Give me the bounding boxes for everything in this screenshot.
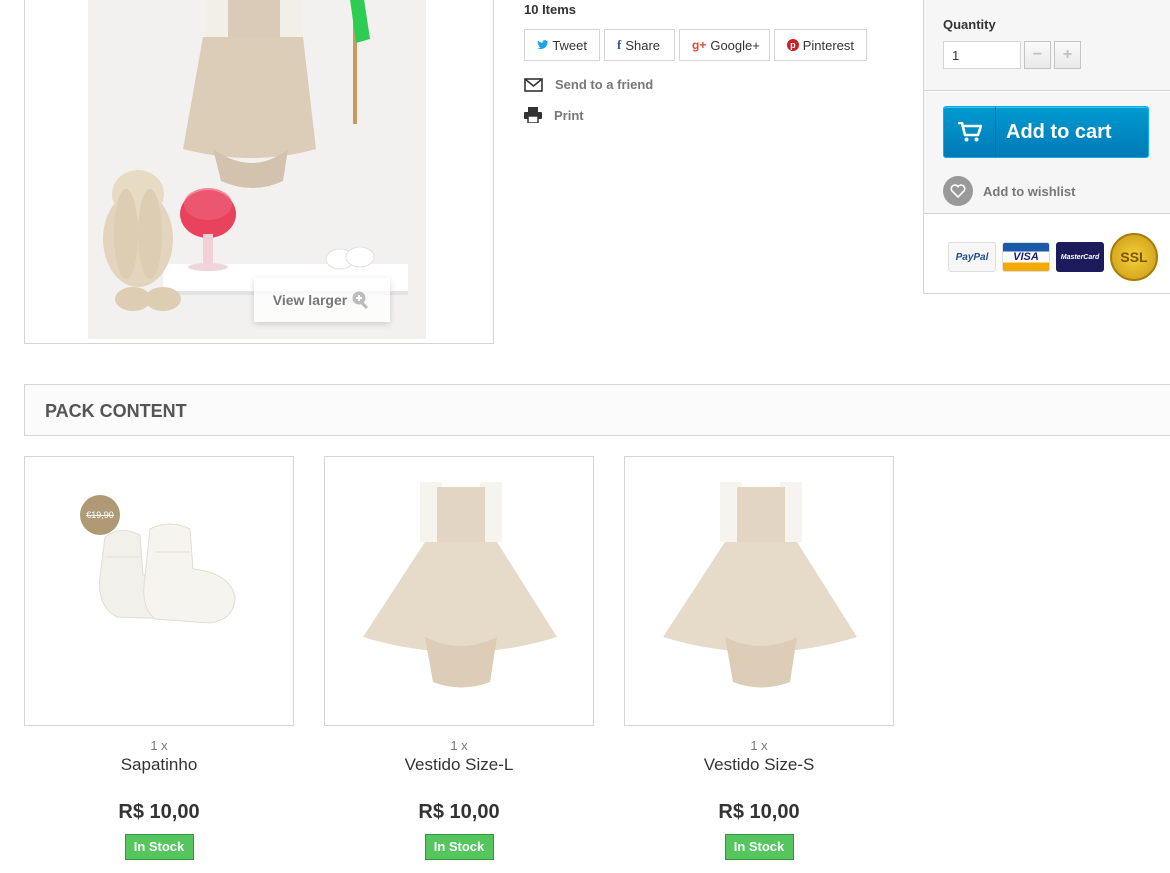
product-thumbnail (25, 457, 293, 725)
quantity-increase-button[interactable]: + (1054, 41, 1081, 69)
product-quantity: 1 x (150, 738, 168, 753)
product-price: R$ 10,00 (418, 801, 500, 823)
stock-badge: In Stock (424, 834, 494, 860)
envelope-icon (524, 77, 543, 92)
paypal-logo: PayPal (948, 242, 996, 272)
google-plus-button[interactable]: g+ Google+ (679, 29, 770, 61)
product-name-link[interactable]: Vestido Size-L (324, 755, 594, 775)
product-name-link[interactable]: Sapatinho (24, 755, 294, 775)
pack-product-card: €19,90 1 x Sapatinho R$ 10,00 In Stock (24, 456, 294, 860)
minus-icon: − (1032, 46, 1043, 63)
pinterest-icon: p (787, 39, 799, 51)
main-image-box: View larger (24, 0, 494, 344)
product-price: R$ 10,00 (118, 801, 200, 823)
quantity-input[interactable] (943, 41, 1021, 69)
visa-logo: VISA (1002, 242, 1050, 272)
visa-label: VISA (1013, 251, 1039, 263)
pinterest-label: Pinterest (802, 37, 854, 53)
google-plus-icon: g+ (692, 38, 707, 52)
send-to-friend-link[interactable]: Send to a friend (524, 77, 653, 92)
pack-items-count: 10 Items (524, 2, 577, 17)
pinterest-button[interactable]: p Pinterest (774, 29, 867, 61)
product-quantity: 1 x (450, 738, 468, 753)
product-thumbnail (325, 457, 593, 725)
print-link[interactable]: Print (524, 107, 584, 123)
view-larger-label: View larger (272, 292, 348, 308)
old-price-badge: €19,90 (80, 495, 120, 535)
product-quantity: 1 x (750, 738, 768, 753)
quantity-decrease-button[interactable]: − (1024, 41, 1051, 69)
tweet-button[interactable]: Tweet (524, 29, 600, 61)
stock-badge: In Stock (724, 834, 794, 860)
plus-icon: + (1062, 46, 1073, 63)
add-to-wishlist-label: Add to wishlist (983, 183, 1076, 199)
quantity-label: Quantity (943, 17, 996, 32)
product-image-link[interactable] (324, 456, 594, 726)
product-image-link[interactable] (624, 456, 894, 726)
product-name-link[interactable]: Vestido Size-S (624, 755, 894, 775)
view-larger-button[interactable]: View larger (254, 278, 390, 322)
twitter-icon (537, 40, 549, 50)
google-plus-label: Google+ (710, 37, 760, 53)
pack-product-card: 1 x Vestido Size-L R$ 10,00 In Stock (324, 456, 594, 860)
buy-block: Quantity − + Add to cart (923, 0, 1170, 294)
ssl-badge-icon: SSL (1110, 233, 1158, 281)
social-sharing: Tweet f Share g+ Google+ p Pinterest (524, 29, 867, 61)
add-to-wishlist-link[interactable]: Add to wishlist (943, 176, 1075, 206)
pack-content-title: Pack content (45, 401, 187, 421)
stock-badge: In Stock (124, 834, 194, 860)
mastercard-logo: MasterCard (1056, 242, 1104, 272)
product-image-link[interactable]: €19,90 (24, 456, 294, 726)
pack-product-card: 1 x Vestido Size-S R$ 10,00 In Stock (624, 456, 894, 860)
tweet-label: Tweet (552, 37, 587, 53)
heart-icon (943, 176, 973, 206)
product-main-image[interactable]: View larger (88, 0, 426, 339)
cart-icon-wrap (944, 107, 996, 157)
product-thumbnail (625, 457, 893, 725)
facebook-share-button[interactable]: f Share (604, 29, 675, 61)
printer-icon (524, 107, 542, 123)
pack-content-header: Pack content (24, 384, 1170, 436)
add-to-cart-label: Add to cart (1006, 120, 1112, 143)
payment-logos: PayPal VISA MasterCard SSL (948, 233, 1158, 281)
send-to-friend-label: Send to a friend (555, 77, 654, 92)
cart-section: Add to cart Add to wishlist (924, 92, 1170, 214)
facebook-icon: f (617, 37, 622, 52)
shopping-cart-icon (957, 122, 982, 142)
zoom-icon (352, 291, 369, 310)
share-label: Share (625, 37, 661, 53)
add-to-cart-button[interactable]: Add to cart (943, 106, 1149, 158)
product-price: R$ 10,00 (718, 801, 800, 823)
print-label: Print (554, 107, 584, 123)
quantity-section: Quantity − + (924, 0, 1170, 91)
